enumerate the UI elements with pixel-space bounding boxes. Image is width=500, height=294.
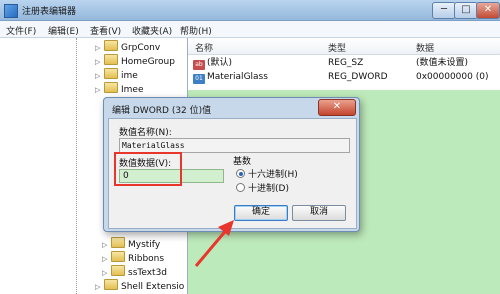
arrow-shaft xyxy=(194,227,230,267)
arrow-head xyxy=(218,220,234,236)
annotation-arrow xyxy=(194,220,234,267)
